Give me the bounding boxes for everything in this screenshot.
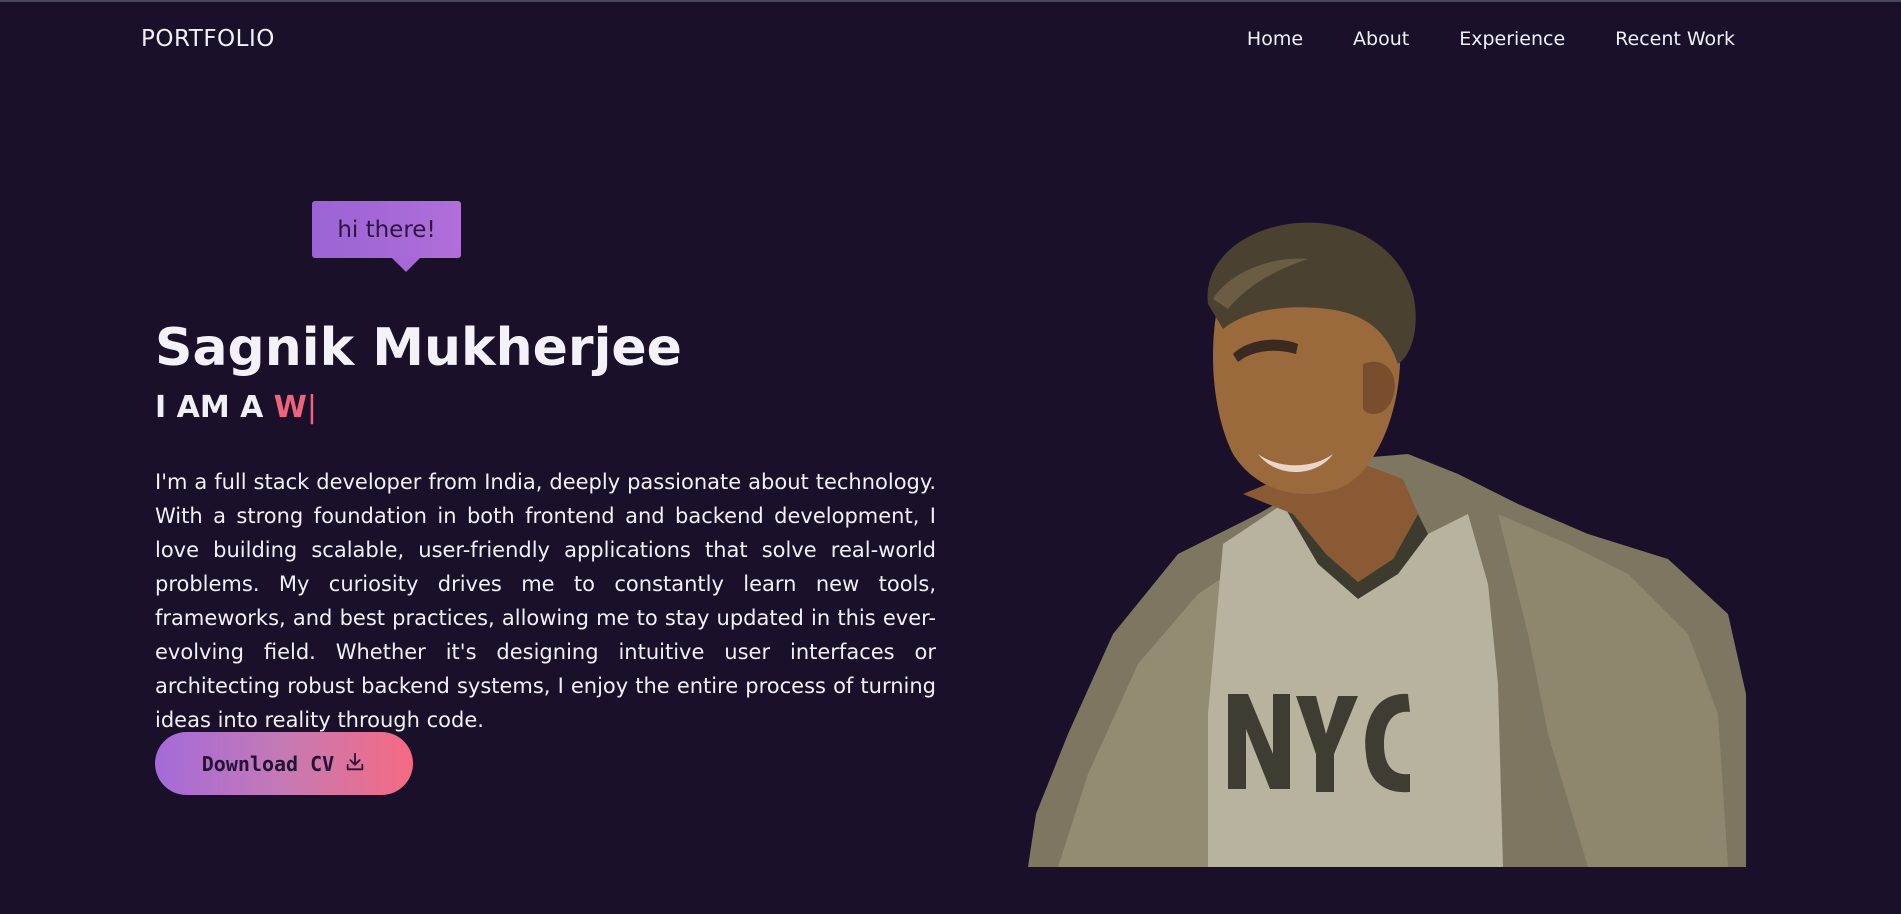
greeting-text: hi there! <box>337 216 436 243</box>
nav-links: Home About Experience Recent Work <box>1247 28 1735 50</box>
greeting-bubble: hi there! <box>312 201 461 272</box>
nav-link-experience[interactable]: Experience <box>1459 28 1565 50</box>
nav-link-about[interactable]: About <box>1353 28 1409 50</box>
typing-cursor: | <box>306 390 317 425</box>
download-icon <box>344 751 366 776</box>
hero-role: I AM A W| <box>155 390 317 425</box>
download-cv-button[interactable]: Download CV <box>155 732 413 795</box>
nav-link-home[interactable]: Home <box>1247 28 1303 50</box>
hero-bio: I'm a full stack developer from India, d… <box>155 470 936 732</box>
role-typed-text: W <box>273 390 307 425</box>
top-navbar: PORTFOLIO Home About Experience Recent W… <box>0 0 1901 80</box>
site-logo[interactable]: PORTFOLIO <box>141 26 275 52</box>
nav-link-recent-work[interactable]: Recent Work <box>1615 28 1735 50</box>
profile-photo <box>1028 214 1746 867</box>
hero-name: Sagnik Mukherjee <box>155 318 682 378</box>
download-cv-label: Download CV <box>201 751 335 776</box>
role-prefix: I AM A <box>155 390 264 425</box>
